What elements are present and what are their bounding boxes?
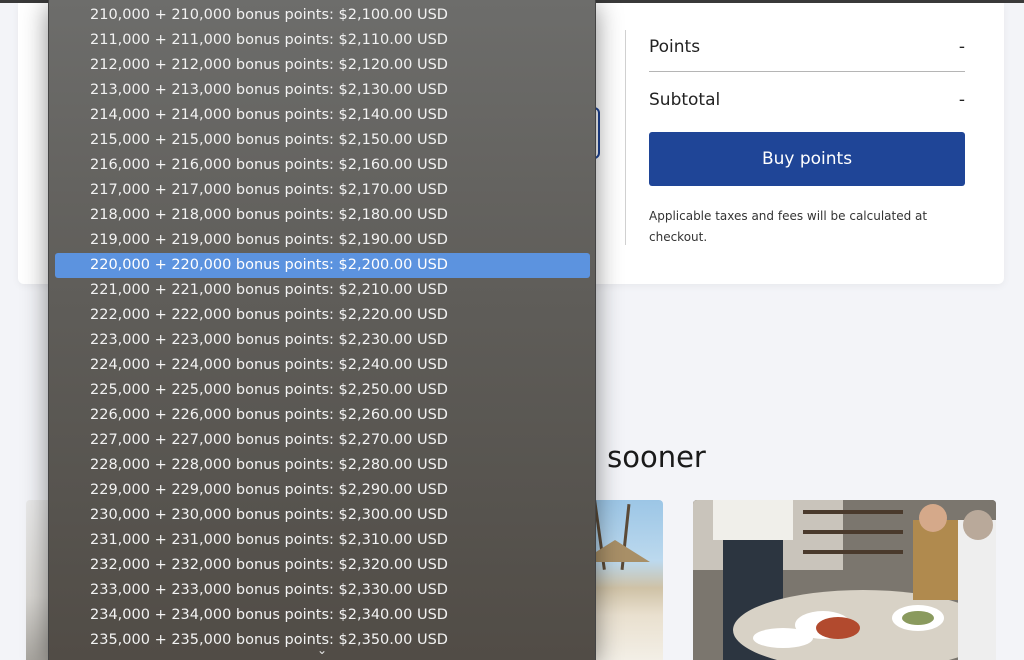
dropdown-option[interactable]: 233,000 + 233,000 bonus points: $2,330.0… (49, 578, 595, 603)
dropdown-option[interactable]: 215,000 + 215,000 bonus points: $2,150.0… (49, 128, 595, 153)
dropdown-option[interactable]: 217,000 + 217,000 bonus points: $2,170.0… (49, 178, 595, 203)
points-row: Points - (649, 36, 965, 58)
dropdown-option[interactable]: 210,000 + 210,000 bonus points: $2,100.0… (49, 3, 595, 28)
summary-divider (625, 30, 626, 245)
subtotal-label: Subtotal (649, 90, 721, 110)
dropdown-option[interactable]: 223,000 + 223,000 bonus points: $2,230.0… (49, 328, 595, 353)
dropdown-option[interactable]: 234,000 + 234,000 bonus points: $2,340.0… (49, 603, 595, 628)
summary-separator (649, 71, 965, 72)
dropdown-option[interactable]: 232,000 + 232,000 bonus points: $2,320.0… (49, 553, 595, 578)
subtotal-row: Subtotal - (649, 89, 965, 111)
tax-note: Applicable taxes and fees will be calcul… (649, 209, 928, 244)
dropdown-option[interactable]: 218,000 + 218,000 bonus points: $2,180.0… (49, 203, 595, 228)
dropdown-option[interactable]: 225,000 + 225,000 bonus points: $2,250.0… (49, 378, 595, 403)
dropdown-option[interactable]: 214,000 + 214,000 bonus points: $2,140.0… (49, 103, 595, 128)
dropdown-option[interactable]: 221,000 + 221,000 bonus points: $2,210.0… (49, 278, 595, 303)
buy-points-button[interactable]: Buy points (649, 132, 965, 186)
dropdown-option-selected[interactable]: 220,000 + 220,000 bonus points: $2,200.0… (55, 253, 590, 278)
dropdown-option[interactable]: 230,000 + 230,000 bonus points: $2,300.0… (49, 503, 595, 528)
chevron-down-icon[interactable]: ⌄ (312, 643, 332, 657)
dropdown-option[interactable]: 229,000 + 229,000 bonus points: $2,290.0… (49, 478, 595, 503)
points-dropdown-menu[interactable]: 210,000 + 210,000 bonus points: $2,100.0… (48, 0, 596, 660)
dropdown-option[interactable]: 227,000 + 227,000 bonus points: $2,270.0… (49, 428, 595, 453)
dropdown-option[interactable]: 212,000 + 212,000 bonus points: $2,120.0… (49, 53, 595, 78)
subtotal-value: - (958, 90, 965, 110)
dropdown-option[interactable]: 219,000 + 219,000 bonus points: $2,190.0… (49, 228, 595, 253)
promo-image-dining[interactable] (693, 500, 996, 660)
dropdown-option[interactable]: 211,000 + 211,000 bonus points: $2,110.0… (49, 28, 595, 53)
dropdown-option-list: 210,000 + 210,000 bonus points: $2,100.0… (49, 3, 595, 653)
dropdown-option[interactable]: 228,000 + 228,000 bonus points: $2,280.0… (49, 453, 595, 478)
dropdown-option[interactable]: 216,000 + 216,000 bonus points: $2,160.0… (49, 153, 595, 178)
dropdown-option[interactable]: 213,000 + 213,000 bonus points: $2,130.0… (49, 78, 595, 103)
dropdown-option[interactable]: 231,000 + 231,000 bonus points: $2,310.0… (49, 528, 595, 553)
dining-scene-image (693, 500, 996, 660)
dropdown-option[interactable]: 222,000 + 222,000 bonus points: $2,220.0… (49, 303, 595, 328)
dropdown-option[interactable]: 226,000 + 226,000 bonus points: $2,260.0… (49, 403, 595, 428)
points-value: - (958, 37, 965, 57)
dropdown-option[interactable]: 224,000 + 224,000 bonus points: $2,240.0… (49, 353, 595, 378)
points-label: Points (649, 37, 701, 57)
